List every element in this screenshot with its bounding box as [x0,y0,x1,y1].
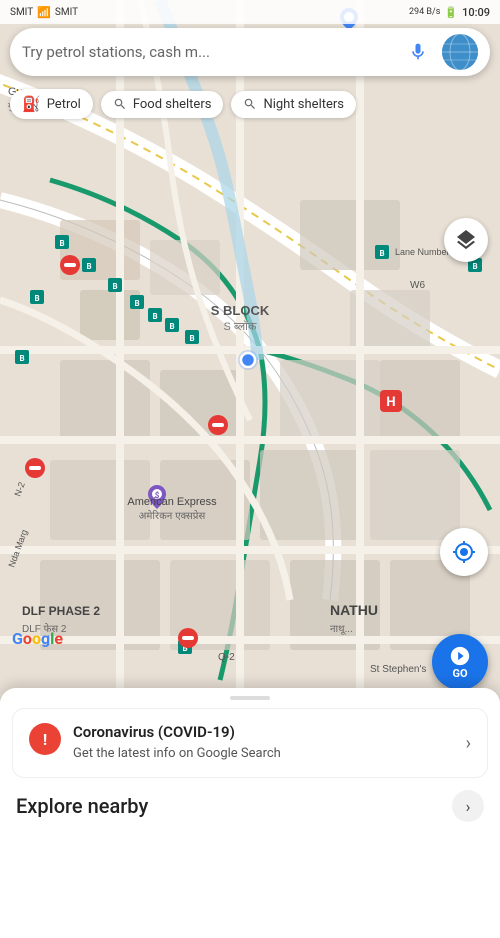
search-icon-food [113,97,127,111]
battery-icon: 🔋 [444,6,458,19]
covid-card[interactable]: ! Coronavirus (COVID-19) Get the latest … [12,708,488,778]
svg-text:B: B [134,299,139,308]
covid-icon: ! [29,723,61,755]
network-type: SMIT [55,7,78,18]
explore-title: Explore nearby [16,794,148,818]
status-bar: SMIT 📶 SMIT 294 B/s 🔋 10:09 [0,0,500,24]
svg-text:B: B [112,282,117,291]
svg-text:S ब्लॉक: S ब्लॉक [224,320,258,333]
svg-text:H: H [386,395,395,410]
svg-text:B: B [86,262,91,271]
svg-text:S BLOCK: S BLOCK [211,303,270,318]
covid-title: Coronavirus (COVID-19) [73,723,454,741]
svg-text:DLF PHASE 2: DLF PHASE 2 [22,604,100,618]
petrol-label: Petrol [47,97,81,112]
svg-text:B: B [169,322,174,331]
svg-text:St Stephen's: St Stephen's [370,664,426,675]
svg-text:B: B [59,239,64,248]
svg-text:B: B [19,354,24,363]
petrol-icon: ⛽ [22,95,41,113]
map-layers-button[interactable] [444,218,488,262]
svg-text:B: B [152,312,157,321]
status-left: SMIT 📶 SMIT [10,6,78,19]
google-logo: Google [12,629,63,648]
chip-food-shelters[interactable]: Food shelters [101,91,224,118]
svg-text:अमेरिकन एक्सप्रेस: अमेरिकन एक्सप्रेस [139,510,206,522]
covid-text: Coronavirus (COVID-19) Get the latest in… [73,723,454,763]
bottom-panel: ! Coronavirus (COVID-19) Get the latest … [0,688,500,938]
go-button[interactable]: GO [432,634,488,690]
filter-chips-container: ⛽ Petrol Food shelters Night shelters [0,82,500,126]
drag-handle[interactable] [230,696,270,700]
chip-night-shelters[interactable]: Night shelters [231,91,356,118]
svg-text:नाथू...: नाथू... [330,624,353,635]
explore-chevron-icon: › [466,797,471,816]
explore-arrow-button[interactable]: › [452,790,484,822]
go-label: GO [452,667,467,680]
covid-description: Get the latest info on Google Search [73,745,454,763]
svg-text:NATHU: NATHU [330,602,378,618]
locate-button[interactable] [440,528,488,576]
signal-icon: 📶 [37,6,51,19]
svg-text:B: B [189,334,194,343]
chip-petrol[interactable]: ⛽ Petrol [10,89,93,119]
svg-text:W6: W6 [410,280,425,291]
search-icon-night [243,97,257,111]
svg-text:B: B [379,249,384,258]
speed-label: 294 B/s [409,7,440,17]
carrier-label: SMIT [10,7,33,18]
svg-text:B: B [34,294,39,303]
svg-text:American Express: American Express [127,496,217,508]
status-right: 294 B/s 🔋 10:09 [409,6,490,19]
svg-text:B: B [472,262,477,271]
night-shelters-label: Night shelters [263,97,344,112]
covid-arrow-icon: › [466,733,471,754]
explore-section: Explore nearby › [16,790,484,822]
search-placeholder: Try petrol stations, cash m... [22,43,394,61]
svg-text:Q-2: Q-2 [218,652,235,663]
mic-button[interactable] [402,36,434,68]
user-avatar[interactable] [442,34,478,70]
search-bar[interactable]: Try petrol stations, cash m... [10,28,490,76]
time-label: 10:09 [462,6,490,19]
food-shelters-label: Food shelters [133,97,212,112]
